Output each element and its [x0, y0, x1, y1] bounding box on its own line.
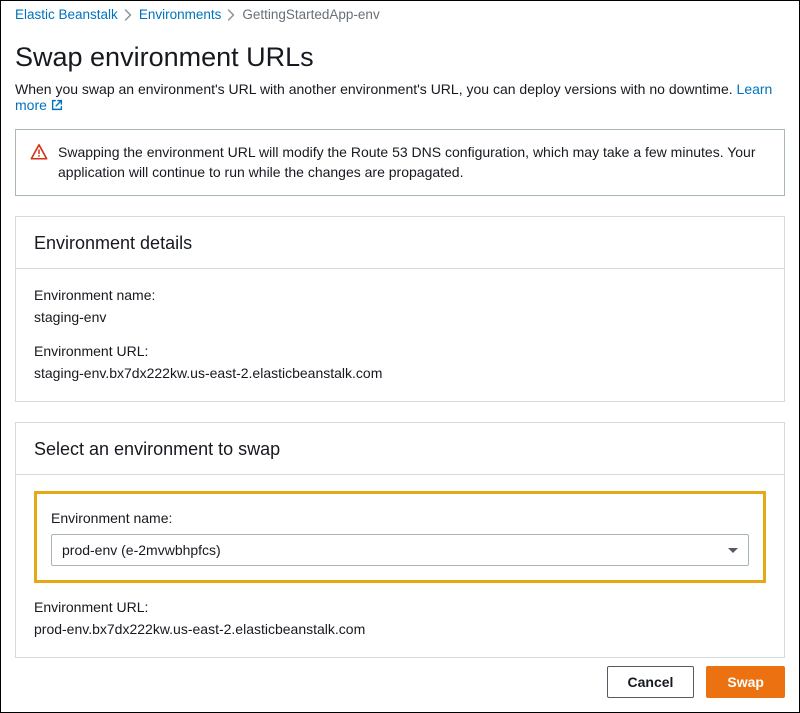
breadcrumb-link-root[interactable]: Elastic Beanstalk	[15, 7, 118, 22]
cancel-button[interactable]: Cancel	[607, 666, 695, 698]
warning-icon	[30, 142, 48, 164]
page-title: Swap environment URLs	[15, 42, 785, 73]
env-url-value: prod-env.bx7dx222kw.us-east-2.elasticbea…	[34, 621, 766, 637]
select-environment-panel: Select an environment to swap Environmen…	[15, 422, 785, 658]
warning-text: Swapping the environment URL will modify…	[58, 142, 770, 183]
panel-heading: Select an environment to swap	[16, 423, 784, 475]
breadcrumb-link-environments[interactable]: Environments	[139, 7, 222, 22]
warning-alert: Swapping the environment URL will modify…	[15, 129, 785, 196]
environment-details-panel: Environment details Environment name: st…	[15, 216, 785, 402]
breadcrumb: Elastic Beanstalk Environments GettingSt…	[15, 7, 785, 22]
env-name-value: staging-env	[34, 309, 766, 325]
breadcrumb-current: GettingStartedApp-env	[242, 7, 379, 22]
footer-buttons: Cancel Swap	[607, 666, 786, 698]
env-url-label: Environment URL:	[34, 599, 766, 615]
highlighted-field: Environment name: prod-env (e-2mvwbhpfcs…	[34, 491, 766, 583]
external-link-icon	[50, 98, 64, 115]
subtitle-text: When you swap an environment's URL with …	[15, 81, 737, 97]
swap-button[interactable]: Swap	[706, 666, 785, 698]
environment-select[interactable]: prod-env (e-2mvwbhpfcs)	[51, 534, 749, 566]
panel-heading: Environment details	[16, 217, 784, 269]
env-name-label: Environment name:	[34, 287, 766, 303]
env-url-label: Environment URL:	[34, 343, 766, 359]
env-name-label: Environment name:	[51, 510, 749, 526]
chevron-right-icon	[124, 9, 133, 21]
chevron-right-icon	[227, 9, 236, 21]
page-subtitle: When you swap an environment's URL with …	[15, 81, 785, 115]
env-url-value: staging-env.bx7dx222kw.us-east-2.elastic…	[34, 365, 766, 381]
